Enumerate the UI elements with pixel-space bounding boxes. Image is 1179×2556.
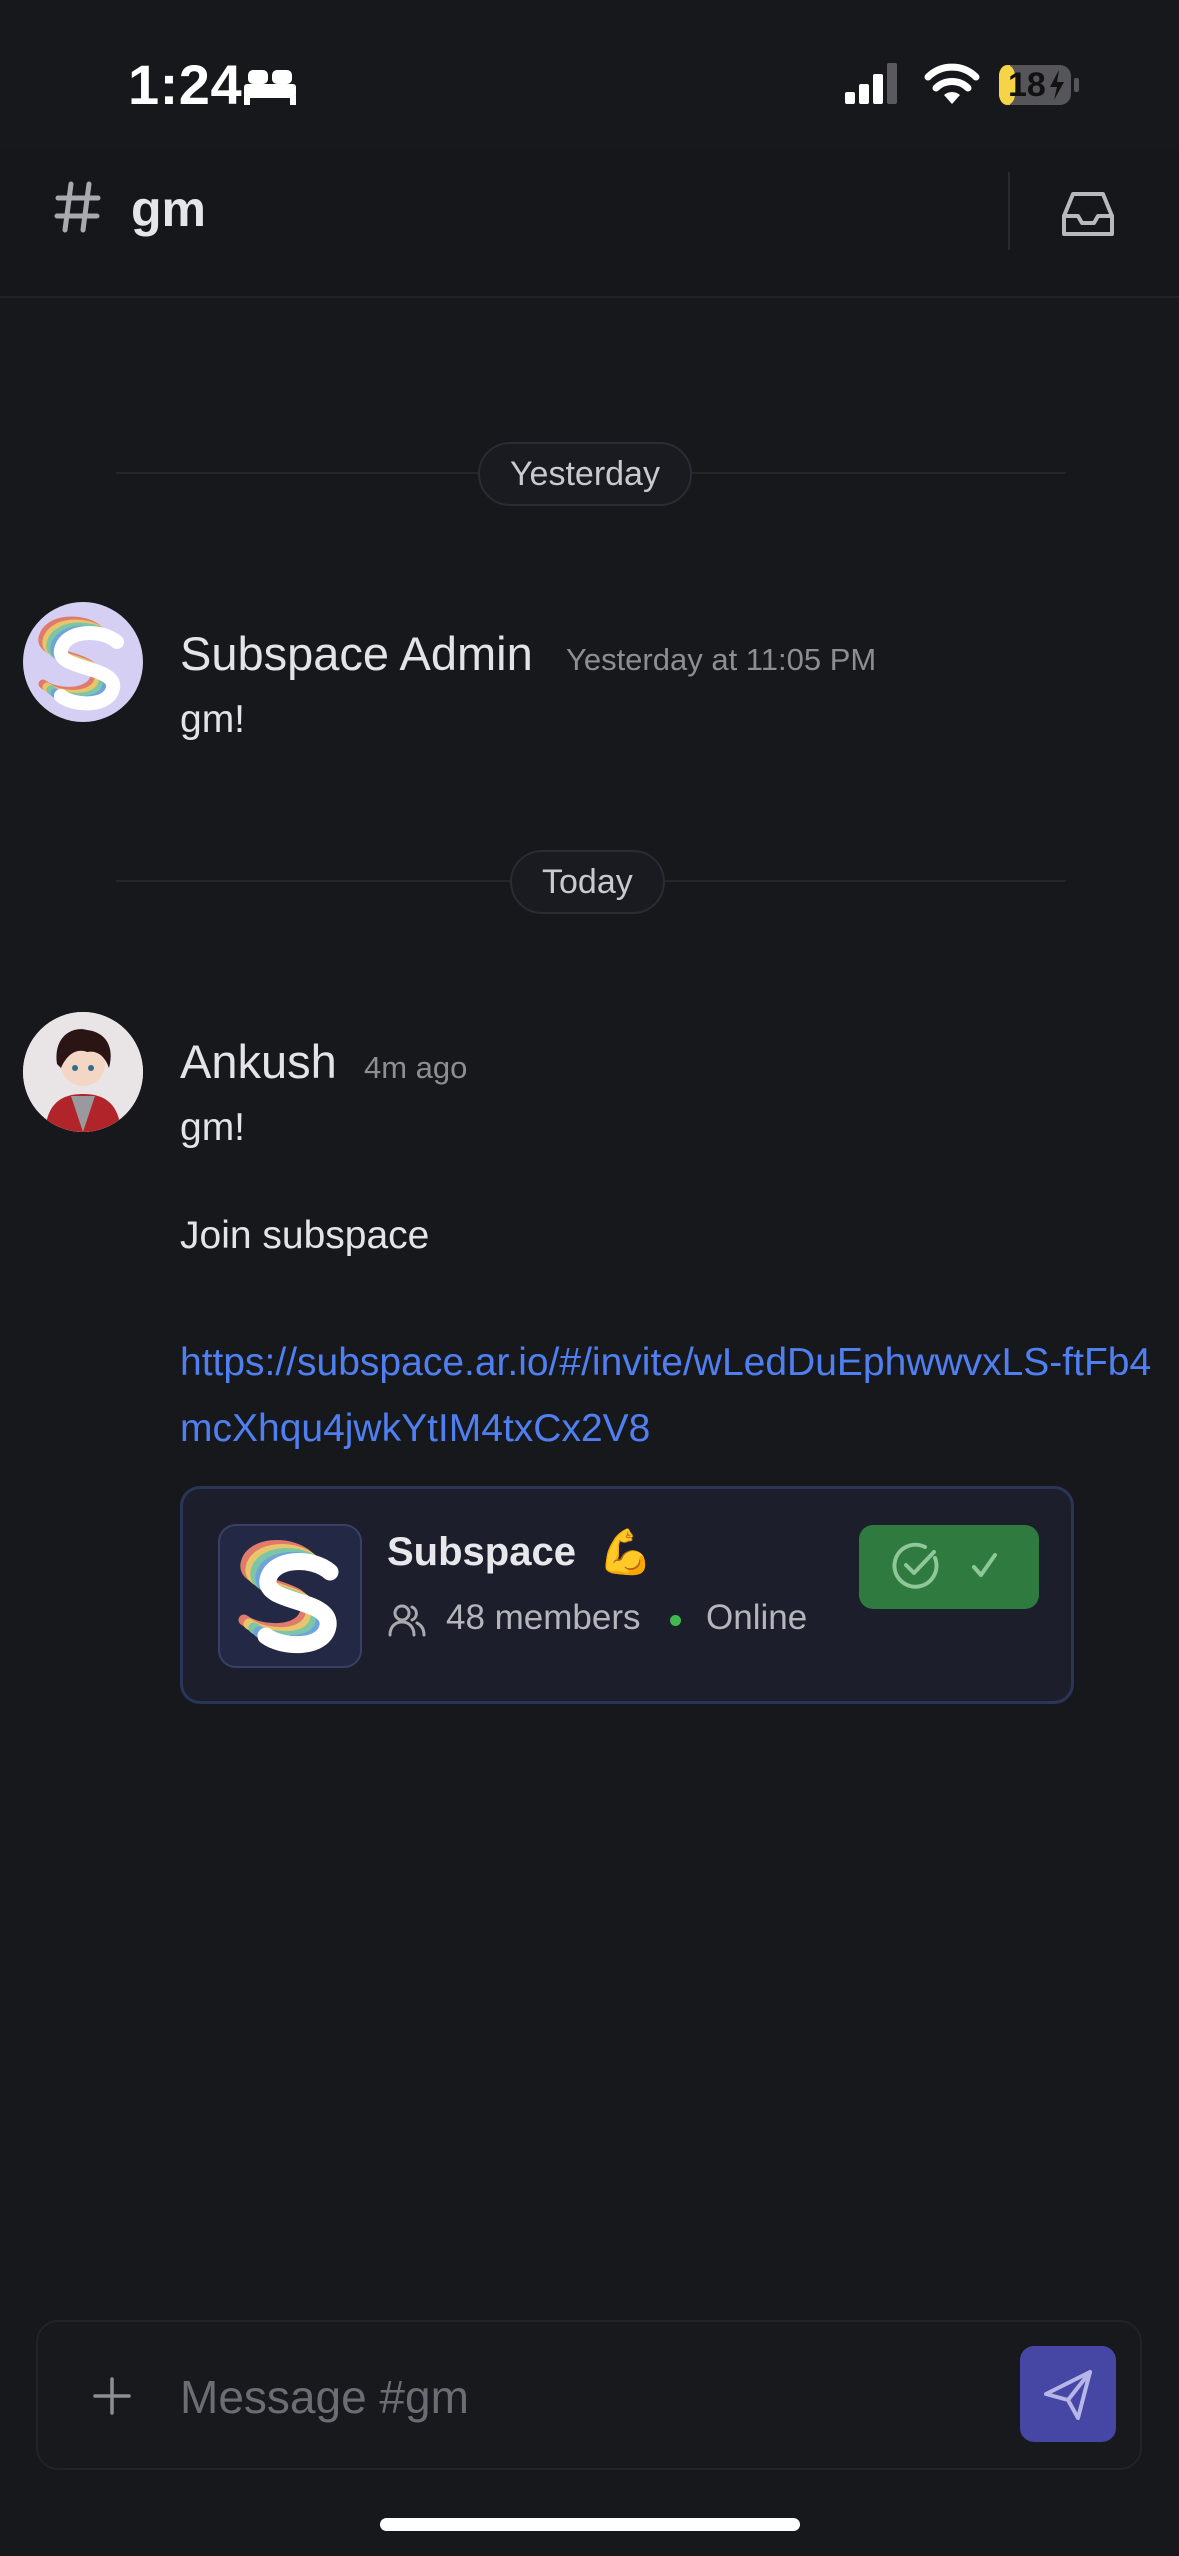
message-input[interactable] bbox=[180, 2362, 980, 2432]
online-status: Online bbox=[706, 1598, 808, 1637]
member-count: 48 members bbox=[446, 1598, 641, 1637]
check-circle-icon bbox=[892, 1542, 939, 1589]
plus-icon[interactable] bbox=[92, 2376, 132, 2416]
date-separator-yesterday: Yesterday bbox=[478, 442, 692, 506]
message-text: gm! bbox=[180, 698, 246, 741]
avatar-ankush[interactable] bbox=[23, 1012, 143, 1132]
inbox-icon[interactable] bbox=[1060, 188, 1116, 240]
server-icon bbox=[218, 1524, 362, 1668]
server-emoji: 💪 bbox=[598, 1528, 653, 1577]
wifi-icon bbox=[924, 63, 980, 104]
message-author[interactable]: Ankush bbox=[180, 1034, 337, 1089]
home-indicator bbox=[380, 2518, 800, 2531]
channel-title: gm bbox=[131, 181, 206, 237]
message-author[interactable]: Subspace Admin bbox=[180, 626, 533, 681]
message-timestamp: Yesterday at 11:05 PM bbox=[566, 642, 877, 677]
header-divider bbox=[1008, 172, 1010, 250]
cell-signal-icon bbox=[845, 63, 897, 104]
battery-icon: 18 bbox=[998, 64, 1080, 106]
joined-button[interactable] bbox=[859, 1525, 1039, 1609]
send-icon bbox=[1044, 2370, 1092, 2420]
hash-icon bbox=[54, 181, 101, 233]
message-text: Join subspace bbox=[180, 1214, 430, 1257]
members-icon bbox=[388, 1604, 426, 1637]
message-text: gm! bbox=[180, 1106, 246, 1149]
online-status-dot bbox=[670, 1615, 681, 1626]
invite-link[interactable]: https://subspace.ar.io/#/invite/wLedDuEp… bbox=[180, 1330, 1179, 1462]
message-timestamp: 4m ago bbox=[364, 1050, 468, 1085]
battery-level: 18 bbox=[1008, 66, 1046, 104]
send-button[interactable] bbox=[1020, 2346, 1116, 2442]
checkmark-icon bbox=[972, 1553, 997, 1577]
server-name: Subspace bbox=[387, 1530, 576, 1574]
avatar-subspace-admin[interactable] bbox=[23, 602, 143, 722]
bed-icon bbox=[244, 70, 296, 105]
status-time: 1:24 bbox=[128, 53, 243, 116]
date-separator-today: Today bbox=[510, 850, 665, 914]
